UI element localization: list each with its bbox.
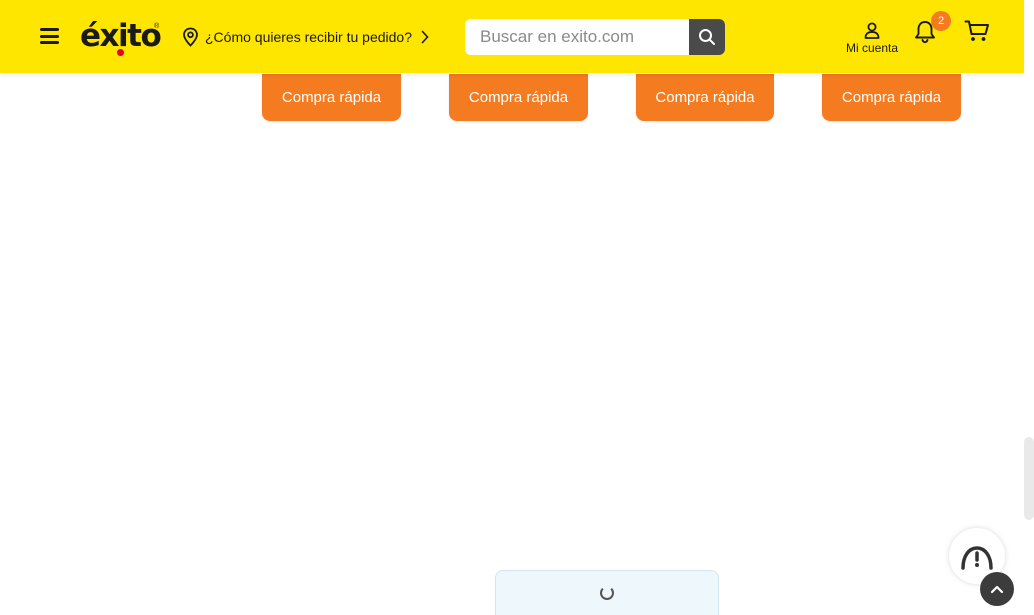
- loading-spinner-icon: [600, 586, 614, 600]
- arrow-up-icon: [990, 585, 1004, 594]
- account-button[interactable]: Mi cuenta: [836, 20, 908, 62]
- delivery-prompt: ¿Cómo quieres recibir tu pedido?: [205, 29, 412, 45]
- location-pin-icon: [183, 27, 198, 47]
- search-bar: [465, 19, 725, 55]
- menu-icon[interactable]: [40, 28, 59, 44]
- search-icon: [699, 29, 715, 45]
- search-input[interactable]: [465, 19, 689, 55]
- chevron-right-icon: [421, 30, 429, 44]
- quick-buy-button[interactable]: Compra rápida: [636, 74, 774, 121]
- account-label: Mi cuenta: [845, 41, 899, 55]
- quick-buy-button[interactable]: Compra rápida: [449, 74, 588, 121]
- loading-panel: [495, 570, 719, 615]
- cart-icon[interactable]: [964, 19, 990, 43]
- top-header: éxito ® ¿Cómo quieres recibir tu pedido?: [0, 0, 1024, 73]
- user-icon: [864, 22, 880, 39]
- delivery-selector[interactable]: ¿Cómo quieres recibir tu pedido?: [182, 26, 430, 48]
- page: éxito ® ¿Cómo quieres recibir tu pedido?: [0, 0, 1034, 615]
- quick-buy-button[interactable]: Compra rápida: [822, 74, 961, 121]
- logo-dot: [117, 49, 124, 56]
- scrollbar-thumb[interactable]: [1024, 437, 1034, 520]
- quick-buy-button[interactable]: Compra rápida: [262, 74, 401, 121]
- search-button[interactable]: [689, 19, 725, 55]
- notification-badge: 2: [931, 11, 951, 31]
- logo-registered-mark: ®: [154, 23, 160, 30]
- scroll-to-top-button[interactable]: [980, 572, 1014, 606]
- exito-logo[interactable]: éxito ®: [80, 18, 162, 56]
